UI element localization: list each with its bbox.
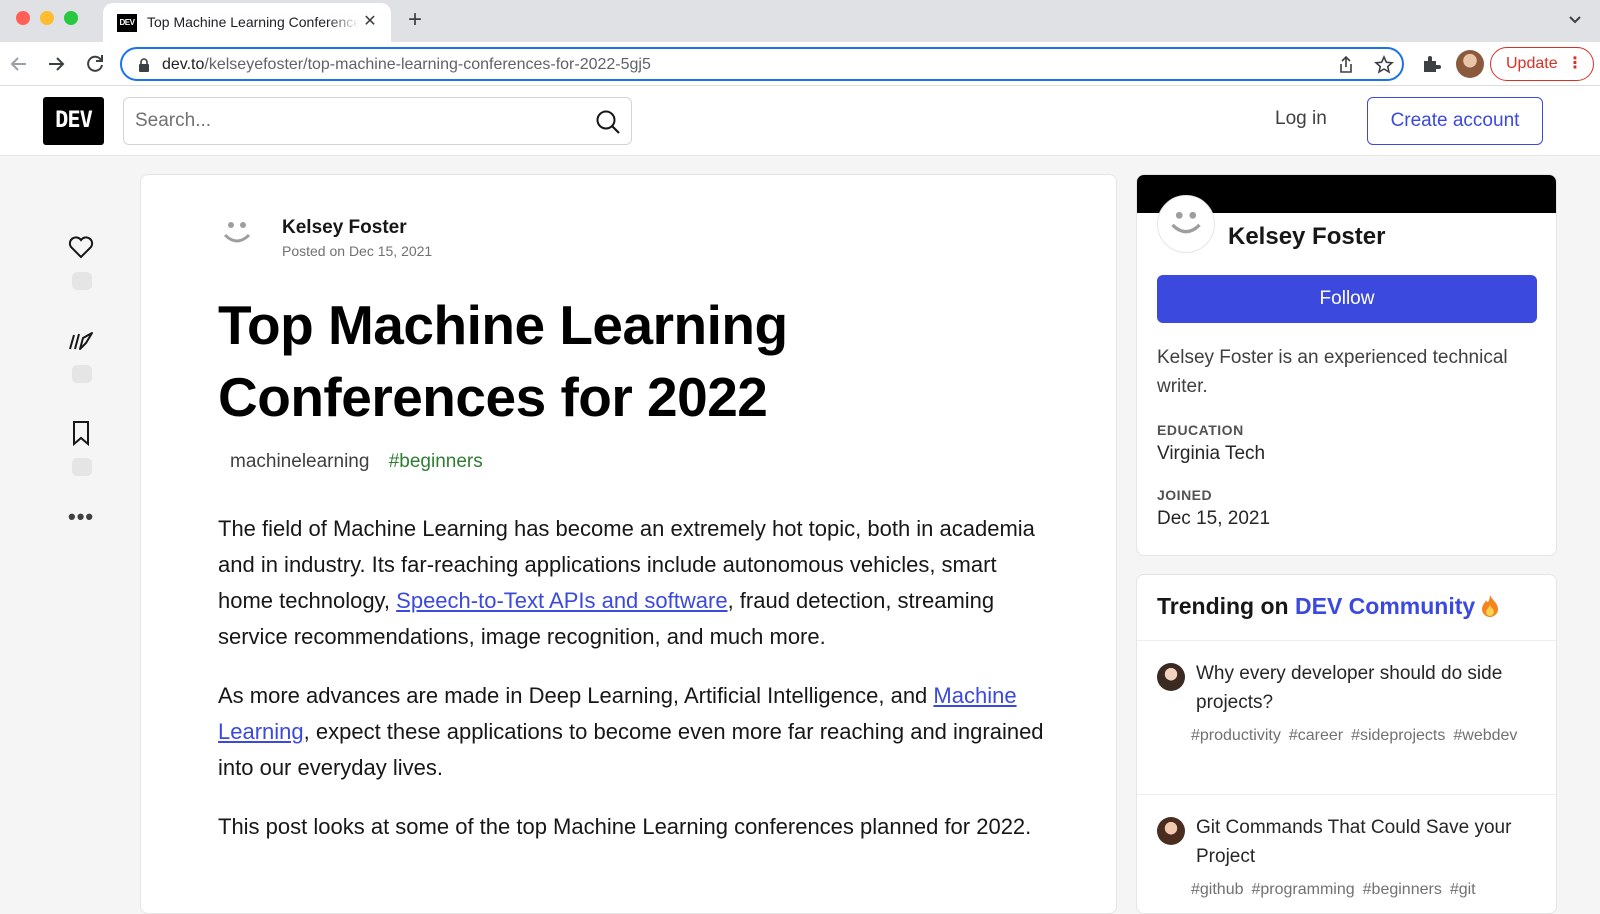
browser-toolbar: dev.to/kelseyefoster/top-machine-learnin…: [0, 42, 1600, 86]
tag-machinelearning[interactable]: machinelearning: [230, 451, 369, 472]
education-value: Virginia Tech: [1157, 443, 1266, 464]
speech-to-text-link[interactable]: Speech-to-Text APIs and software: [396, 588, 727, 613]
trend-tag[interactable]: #career: [1289, 727, 1343, 744]
trending-author-avatar[interactable]: [1157, 663, 1185, 691]
maximize-window-button[interactable]: [64, 11, 78, 25]
address-bar[interactable]: dev.to/kelseyefoster/top-machine-learnin…: [120, 47, 1404, 81]
profile-name[interactable]: Kelsey Foster: [1228, 223, 1385, 251]
browser-tab-bar: DEV Top Machine Learning Conferences for…: [0, 0, 1600, 42]
trending-author-avatar[interactable]: [1157, 817, 1185, 845]
heart-count-placeholder: [72, 272, 92, 290]
unicorn-count-placeholder: [72, 365, 92, 383]
trending-heading: Trending on DEV Community: [1137, 575, 1556, 641]
create-account-button[interactable]: Create account: [1367, 97, 1543, 145]
dev-logo[interactable]: DEV: [43, 97, 104, 145]
education-label: EDUCATION: [1157, 422, 1244, 438]
article-card: Kelsey Foster Posted on Dec 15, 2021 Top…: [140, 174, 1117, 914]
trend-tag[interactable]: #webdev: [1453, 727, 1517, 744]
trending-item[interactable]: Git Commands That Could Save your Projec…: [1137, 795, 1556, 913]
trending-item-tags: #productivity #career #sideprojects #webdev: [1191, 723, 1531, 748]
trending-item-title[interactable]: Why every developer should do side proje…: [1196, 659, 1536, 717]
dev-favicon-icon: DEV: [117, 14, 137, 32]
profile-avatar[interactable]: [1456, 50, 1484, 78]
joined-label: JOINED: [1157, 487, 1213, 503]
browser-tab[interactable]: DEV Top Machine Learning Conferences for…: [103, 3, 391, 42]
dev-community-link[interactable]: DEV Community: [1295, 593, 1475, 619]
update-button[interactable]: Update ⋮: [1490, 47, 1594, 81]
article-tags: machinelearning #beginners: [230, 451, 497, 473]
trending-item-tags: #github #programming #beginners #git: [1191, 877, 1531, 902]
profile-avatar-smiley-icon[interactable]: [1157, 195, 1215, 253]
follow-button[interactable]: Follow: [1157, 275, 1537, 323]
reload-icon[interactable]: [82, 51, 108, 77]
trending-item-title[interactable]: Git Commands That Could Save your Projec…: [1196, 813, 1536, 871]
search-input[interactable]: [124, 98, 564, 144]
more-vertical-icon[interactable]: ⋮: [1567, 48, 1583, 79]
bookmark-star-icon[interactable]: [1374, 55, 1394, 75]
tag-beginners[interactable]: #beginners: [389, 451, 483, 472]
minimize-window-button[interactable]: [40, 11, 54, 25]
joined-value: Dec 15, 2021: [1157, 508, 1271, 529]
paragraph-3: This post looks at some of the top Machi…: [218, 814, 1032, 839]
article-title: Top Machine Learning Conferences for 202…: [218, 294, 788, 428]
share-icon[interactable]: [1336, 55, 1356, 75]
bookmark-count-placeholder: [72, 458, 92, 476]
trend-tag[interactable]: #sideprojects: [1351, 727, 1445, 744]
article-body: The field of Machine Learning has become…: [218, 511, 1048, 868]
bookmark-icon[interactable]: [66, 418, 96, 448]
tab-title: Top Machine Learning Conferences for 202…: [147, 14, 359, 30]
new-tab-icon[interactable]: +: [402, 8, 428, 34]
paragraph-1: The field of Machine Learning has become…: [218, 516, 1035, 649]
back-arrow-icon[interactable]: [6, 51, 32, 77]
close-window-button[interactable]: [16, 11, 30, 25]
trend-tag[interactable]: #productivity: [1191, 727, 1281, 744]
trending-item[interactable]: Why every developer should do side proje…: [1137, 641, 1556, 795]
post-date: Posted on Dec 15, 2021: [282, 243, 433, 259]
unicorn-icon[interactable]: [66, 325, 96, 355]
login-link[interactable]: Log in: [1275, 108, 1327, 130]
lock-icon[interactable]: [138, 58, 150, 72]
more-horizontal-icon[interactable]: •••: [68, 506, 94, 528]
paragraph-2: As more advances are made in Deep Learni…: [218, 683, 1044, 780]
heart-icon[interactable]: [66, 232, 96, 262]
search-icon[interactable]: [595, 109, 621, 135]
author-name[interactable]: Kelsey Foster: [282, 217, 407, 239]
tab-search-chevron-icon[interactable]: [1566, 10, 1584, 28]
forward-arrow-icon[interactable]: [43, 51, 69, 77]
tab-close-icon[interactable]: ✕: [361, 13, 379, 31]
search-box[interactable]: [123, 97, 632, 145]
url-text[interactable]: dev.to/kelseyefoster/top-machine-learnin…: [162, 56, 651, 74]
author-avatar-smiley-icon[interactable]: [218, 213, 256, 251]
extensions-puzzle-icon[interactable]: [1420, 53, 1442, 75]
trending-card: Trending on DEV Community Why every deve…: [1136, 574, 1557, 914]
site-header: DEV Log in Create account: [0, 86, 1600, 156]
profile-bio: Kelsey Foster is an experienced technica…: [1157, 347, 1508, 397]
author-profile-card: Kelsey Foster Follow Kelsey Foster is an…: [1136, 174, 1557, 556]
fire-icon: [1482, 595, 1499, 617]
